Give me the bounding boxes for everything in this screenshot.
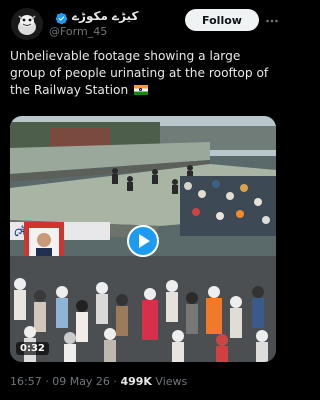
views-count: 499K — [120, 375, 152, 388]
video-player[interactable]: স্টেশন উর — [10, 116, 276, 362]
avatar-image — [11, 8, 43, 40]
follow-button[interactable]: Follow — [185, 9, 259, 31]
views-label: Views — [151, 375, 188, 388]
more-options-icon[interactable] — [265, 13, 279, 27]
tweet-time[interactable]: 16:57 — [10, 375, 42, 388]
video-duration: 0:32 — [16, 342, 49, 355]
tweet-text: Unbelievable footage showing a large gro… — [10, 48, 278, 99]
author-handle[interactable]: @Form_45 — [49, 25, 107, 38]
tweet: کیڑے مکوڑے @Form_45 Follow Unbelievable … — [0, 0, 286, 400]
play-button[interactable] — [127, 225, 159, 257]
tweet-date[interactable]: 09 May 26 — [52, 375, 110, 388]
india-flag-icon — [134, 85, 149, 95]
tweet-meta: 16:57 · 09 May 26 · 499K Views — [10, 375, 188, 388]
author-avatar[interactable] — [11, 8, 43, 40]
author-display-name[interactable]: کیڑے مکوڑے — [72, 9, 138, 23]
